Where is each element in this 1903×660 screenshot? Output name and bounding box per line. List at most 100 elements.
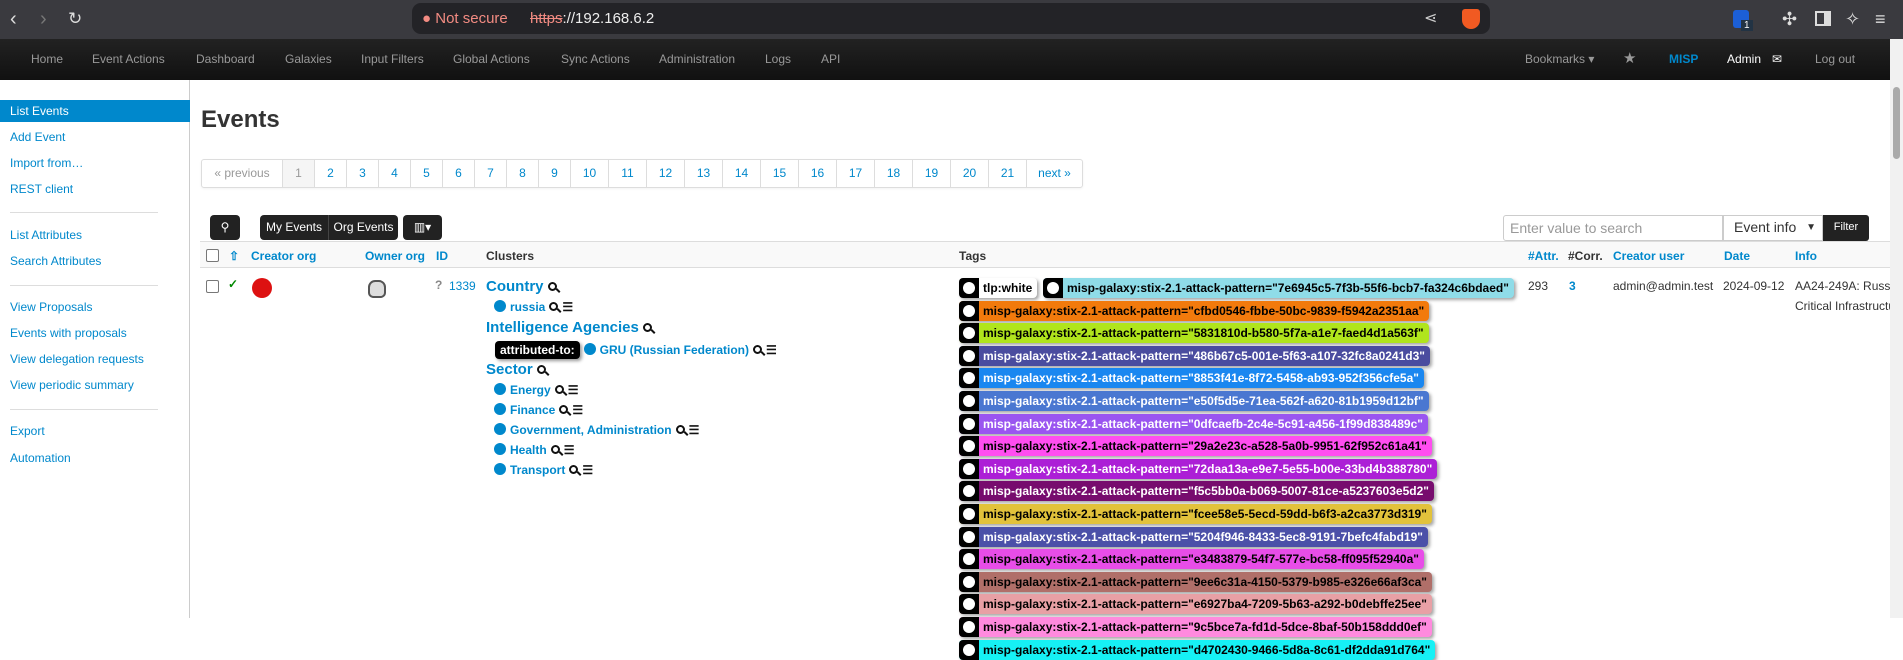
tag-attack-pattern[interactable]: misp-galaxy:stix-2.1-attack-pattern="0df…	[959, 413, 1428, 434]
cluster-country[interactable]: Country	[486, 278, 557, 295]
col-date[interactable]: Date	[1724, 249, 1750, 263]
tag-attack-pattern[interactable]: misp-galaxy:stix-2.1-attack-pattern="520…	[959, 526, 1428, 547]
tag-attack-pattern[interactable]: misp-galaxy:stix-2.1-attack-pattern="e69…	[959, 594, 1432, 615]
sidebar-view-delegation-requests[interactable]: View delegation requests	[0, 348, 190, 370]
my-events-button[interactable]: My Events	[260, 215, 328, 240]
pager-page-20[interactable]: 20	[950, 160, 988, 187]
list-icon[interactable]: ☰	[564, 443, 575, 457]
event-id-link[interactable]: 1339	[449, 279, 476, 293]
back-icon[interactable]: ‹	[10, 8, 17, 30]
sidebar-list-attributes[interactable]: List Attributes	[0, 224, 190, 246]
sidebar-events-with-proposals[interactable]: Events with proposals	[0, 322, 190, 344]
nav-event-actions[interactable]: Event Actions	[92, 52, 165, 66]
star-icon[interactable]: ★	[1623, 49, 1636, 67]
org-events-button[interactable]: Org Events	[328, 215, 398, 240]
col-owner-org[interactable]: Owner org	[365, 249, 425, 263]
nav-global-actions[interactable]: Global Actions	[453, 52, 530, 66]
pager-page-12[interactable]: 12	[646, 160, 684, 187]
list-icon[interactable]: ☰	[689, 423, 700, 437]
col-creator-org[interactable]: Creator org	[251, 249, 316, 263]
pager-page-21[interactable]: 21	[988, 160, 1026, 187]
row-checkbox[interactable]	[206, 280, 219, 293]
nav-bookmarks[interactable]: Bookmarks ▾	[1525, 52, 1594, 66]
puzzle-icon[interactable]: ✣	[1782, 8, 1797, 30]
search-icon[interactable]	[536, 365, 546, 374]
nav-logs[interactable]: Logs	[765, 52, 791, 66]
search-icon[interactable]	[642, 323, 652, 332]
nav-misp[interactable]: MISP	[1669, 52, 1698, 66]
sidebar-import-from[interactable]: Import from…	[0, 152, 190, 174]
search-icon[interactable]	[550, 445, 560, 454]
tag-attack-pattern[interactable]: misp-galaxy:stix-2.1-attack-pattern="9c5…	[959, 617, 1432, 637]
scrollbar[interactable]	[1890, 39, 1903, 618]
search-icon[interactable]	[549, 302, 559, 311]
search-icon[interactable]	[753, 345, 763, 354]
forward-icon[interactable]: ›	[40, 8, 47, 30]
publish-icon[interactable]: ⇧	[229, 249, 239, 263]
pager-page-11[interactable]: 11	[608, 160, 646, 187]
pager-page-14[interactable]: 14	[722, 160, 760, 187]
scrollbar-thumb[interactable]	[1893, 87, 1900, 159]
search-icon[interactable]	[559, 405, 569, 414]
nav-sync-actions[interactable]: Sync Actions	[561, 52, 630, 66]
sidebar-rest-client[interactable]: REST client	[0, 178, 190, 200]
tag-attack-pattern[interactable]: misp-galaxy:stix-2.1-attack-pattern="fce…	[959, 504, 1432, 524]
sidebar-add-event[interactable]: Add Event	[0, 126, 190, 148]
tag-attack-pattern[interactable]: misp-galaxy:stix-2.1-attack-pattern="e34…	[959, 549, 1424, 570]
cluster-sector-item[interactable]: Health ☰	[494, 443, 574, 457]
pager-page-4[interactable]: 4	[378, 160, 410, 187]
sidebar-toggle-icon[interactable]	[1815, 11, 1831, 26]
cluster-sector-item[interactable]: Finance ☰	[494, 403, 583, 417]
search-input[interactable]: Enter value to search	[1503, 215, 1723, 241]
pager-page-10[interactable]: 10	[570, 160, 608, 187]
cluster-sector[interactable]: Sector	[486, 361, 546, 378]
tag-attack-pattern[interactable]: misp-galaxy:stix-2.1-attack-pattern="72d…	[959, 458, 1438, 479]
pager-page-6[interactable]: 6	[442, 160, 474, 187]
sparkle-icon[interactable]: ✧	[1845, 8, 1860, 30]
tag-attack-pattern[interactable]: misp-galaxy:stix-2.1-attack-pattern="583…	[959, 323, 1429, 344]
brave-shield-icon[interactable]	[1462, 9, 1480, 29]
nav-admin[interactable]: Admin	[1727, 52, 1761, 66]
list-icon[interactable]: ☰	[766, 343, 777, 357]
tag-attack-pattern[interactable]: misp-galaxy:stix-2.1-attack-pattern="7e6…	[1043, 278, 1514, 298]
sidebar-export[interactable]: Export	[0, 420, 190, 442]
sidebar-view-proposals[interactable]: View Proposals	[0, 296, 190, 318]
cluster-sector-item[interactable]: Government, Administration ☰	[494, 423, 699, 437]
cluster-intelligence-agencies[interactable]: Intelligence Agencies	[486, 319, 652, 336]
tag-attack-pattern[interactable]: misp-galaxy:stix-2.1-attack-pattern="f5c…	[959, 481, 1434, 502]
owner-org-logo[interactable]	[368, 280, 386, 298]
filter-button[interactable]: Filter	[1823, 215, 1869, 241]
sidebar-automation[interactable]: Automation	[0, 447, 190, 469]
corr-count-link[interactable]: 3	[1569, 279, 1576, 293]
address-bar[interactable]: ● Not secure https://192.168.6.2 ⋖	[412, 3, 1490, 34]
nav-logout[interactable]: Log out	[1815, 52, 1855, 66]
pager-page-5[interactable]: 5	[410, 160, 442, 187]
pager-page-2[interactable]: 2	[314, 160, 346, 187]
tag-attack-pattern[interactable]: misp-galaxy:stix-2.1-attack-pattern="cfb…	[959, 300, 1430, 321]
col-id[interactable]: ID	[436, 249, 448, 263]
col-creator-user[interactable]: Creator user	[1613, 249, 1684, 263]
tag-attack-pattern[interactable]: misp-galaxy:stix-2.1-attack-pattern="486…	[959, 345, 1430, 366]
col-info[interactable]: Info	[1795, 249, 1817, 263]
select-all-checkbox[interactable]	[206, 249, 219, 262]
pager-previous[interactable]: « previous	[202, 160, 282, 187]
pager-page-7[interactable]: 7	[474, 160, 506, 187]
tag-attack-pattern[interactable]: misp-galaxy:stix-2.1-attack-pattern="29a…	[959, 436, 1432, 457]
nav-input-filters[interactable]: Input Filters	[361, 52, 424, 66]
share-icon[interactable]: ⋖	[1424, 8, 1437, 28]
list-icon[interactable]: ☰	[568, 383, 579, 397]
columns-dropdown-button[interactable]: ▥▾	[403, 215, 442, 240]
envelope-icon[interactable]: ✉	[1772, 52, 1782, 66]
sidebar-list-events[interactable]: List Events	[0, 100, 190, 122]
sidebar-view-periodic-summary[interactable]: View periodic summary	[0, 374, 190, 396]
search-icon[interactable]	[675, 425, 685, 434]
tag-tlp-white[interactable]: tlp:white	[959, 278, 1038, 298]
tag-attack-pattern[interactable]: misp-galaxy:stix-2.1-attack-pattern="e50…	[959, 391, 1429, 411]
menu-icon[interactable]: ≡	[1875, 8, 1886, 30]
nav-dashboard[interactable]: Dashboard	[196, 52, 255, 66]
reload-icon[interactable]: ↻	[68, 8, 82, 30]
search-icon[interactable]	[569, 465, 579, 474]
list-icon[interactable]: ☰	[572, 403, 583, 417]
col-attr[interactable]: #Attr.	[1528, 249, 1559, 263]
nav-api[interactable]: API	[821, 52, 840, 66]
